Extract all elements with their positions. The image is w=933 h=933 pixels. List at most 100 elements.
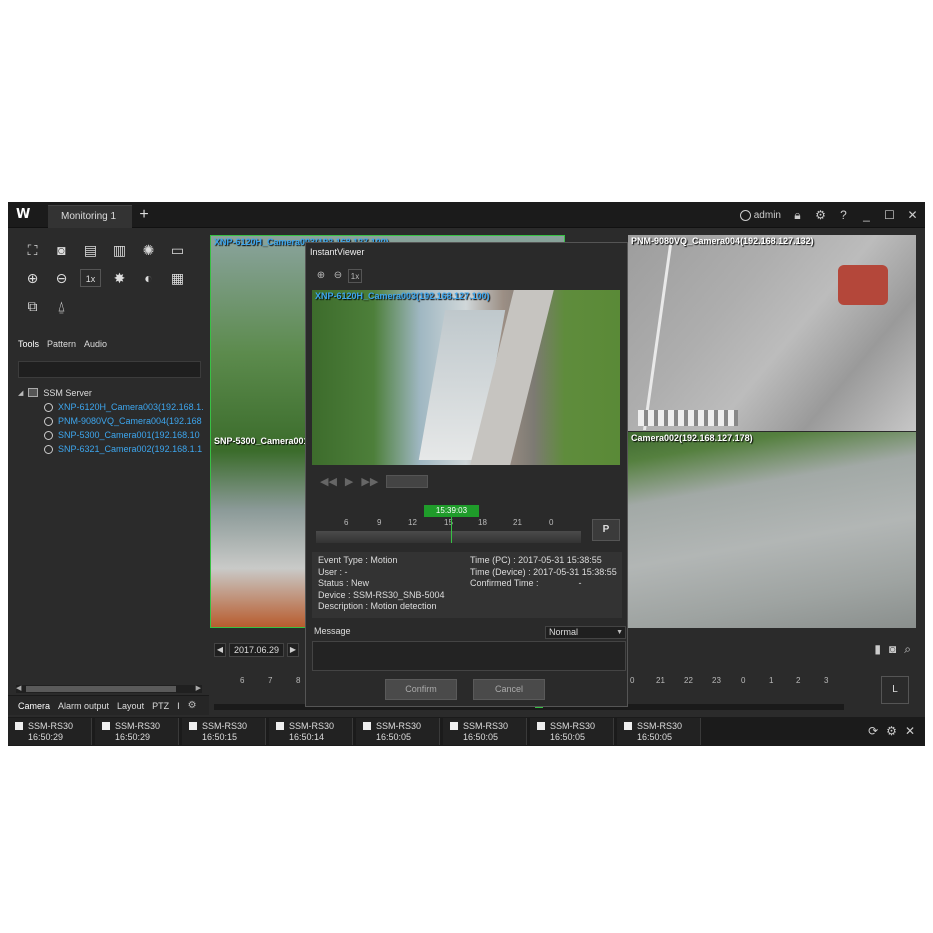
event-type: Event Type : Motion [318,555,398,565]
scroll-thumb[interactable] [26,686,176,692]
tab-ptz[interactable]: PTZ [152,701,169,711]
print-icon[interactable]: ▤ [80,241,101,259]
event-time: 16:50:29 [115,732,151,742]
snapshot-icon[interactable]: ◙ [51,241,72,259]
next-date-button[interactable]: ▶ [287,643,299,657]
event-item[interactable]: SSM-RS30 16:50:05 [617,718,701,745]
prev-date-button[interactable]: ◀ [214,643,226,657]
event-item[interactable]: SSM-RS30 16:50:14 [269,718,353,745]
maximize-icon[interactable]: ☐ [883,208,896,222]
event-checkbox[interactable] [537,722,545,730]
zoom-in-icon[interactable]: ⊕ [22,269,43,287]
camera-tile-3[interactable]: Camera002(192.168.127.178) [628,432,916,628]
tab-audio[interactable]: Audio [84,339,107,349]
tab-camera[interactable]: Camera [18,701,50,711]
refresh-icon[interactable]: ⟳ [868,724,878,738]
p-button[interactable]: P [592,519,620,541]
contrast-icon[interactable]: ◐ [138,269,159,287]
event-name: SSM-RS30 [115,721,161,731]
event-name: SSM-RS30 [289,721,335,731]
event-item[interactable]: SSM-RS30 16:50:29 [8,718,92,745]
tick-label: 3 [824,676,829,685]
zoom-in-icon[interactable]: ⊕ [314,269,328,283]
tree-camera-1[interactable]: XNP-6120H_Camera003(192.168.1. [18,400,206,414]
confirm-button[interactable]: Confirm [385,679,457,700]
scroll-left-icon[interactable]: ◀ [16,684,21,692]
camera-tile-2[interactable]: PNM-9080VQ_Camera004(192.168.127.132) [628,235,916,431]
play-icon[interactable]: ▶ [345,475,353,488]
event-item[interactable]: SSM-RS30 16:50:29 [95,718,179,745]
expand-icon[interactable]: ◢ [18,389,23,397]
event-checkbox[interactable] [276,722,284,730]
viewer-video[interactable]: XNP-6120H_Camera003(192.168.127.100) [312,290,620,465]
tab-pattern[interactable]: Pattern [47,339,76,349]
brightness-icon[interactable]: ✸ [109,269,130,287]
scroll-right-icon[interactable]: ▶ [196,684,201,692]
event-close-icon[interactable]: ✕ [905,724,915,738]
camera-tile-label: Camera002(192.168.127.178) [631,433,753,443]
event-checkbox[interactable] [15,722,23,730]
horizontal-scrollbar[interactable]: ◀ ▶ [16,685,202,693]
speed-slider[interactable] [386,475,429,488]
zoom-out-icon[interactable]: ⊖ [331,269,345,283]
monitor-icon[interactable]: ▭ [167,241,188,259]
event-time-pc: Time (PC) : 2017-05-31 15:38:55 [470,555,602,565]
layout-icon[interactable]: ▦ [167,269,188,287]
event-checkbox[interactable] [189,722,197,730]
event-checkbox[interactable] [450,722,458,730]
zoom-1x-button[interactable]: 1x [348,269,362,283]
priority-select[interactable]: Normal ▼ [545,626,626,639]
export-icon[interactable]: ◙ [889,642,896,657]
siren-icon[interactable]: ⍙ [51,297,72,315]
event-checkbox[interactable] [363,722,371,730]
event-gear-icon[interactable]: ⚙ [886,724,897,738]
camera-icon [44,430,53,440]
cancel-button[interactable]: Cancel [473,679,545,700]
tab-tools[interactable]: Tools [18,339,39,349]
alarm-icon[interactable]: ✺ [138,241,159,259]
tab-more[interactable]: I [177,701,180,711]
fullscreen-icon[interactable]: ⛶ [22,241,43,259]
event-strip-tools: ⟳ ⚙ ✕ [868,724,915,738]
event-item[interactable]: SSM-RS30 16:50:15 [182,718,266,745]
search-icon[interactable]: ⌕ [904,642,911,657]
event-description: Description : Motion detection [318,601,437,611]
user-icon [739,209,751,221]
user-menu[interactable]: admin [739,209,781,221]
tab-layout[interactable]: Layout [117,701,144,711]
device-tree: ◢ SSM Server XNP-6120H_Camera003(192.168… [18,385,206,456]
viewer-timeline[interactable]: 15:39:03 6 9 12 15 18 21 0 [316,505,581,543]
layout-l-button[interactable]: L [881,676,909,704]
date-field[interactable]: 2017.06.29 [229,643,284,657]
event-checkbox[interactable] [102,722,110,730]
tick-label: 0 [549,518,554,527]
minimize-icon[interactable]: _ [860,208,873,222]
event-item[interactable]: SSM-RS30 16:50:05 [530,718,614,745]
record-icon[interactable]: ▥ [109,241,130,259]
help-icon[interactable]: ? [837,208,850,222]
event-item[interactable]: SSM-RS30 16:50:05 [356,718,440,745]
tab-alarm-output[interactable]: Alarm output [58,701,109,711]
tree-camera-2[interactable]: PNM-9080VQ_Camera004(192.168 [18,414,206,428]
event-checkbox[interactable] [624,722,632,730]
tree-server[interactable]: ◢ SSM Server [18,385,206,400]
tree-camera-3[interactable]: SNP-5300_Camera001(192.168.10 [18,428,206,442]
zoom-out-icon[interactable]: ⊖ [51,269,72,287]
event-item[interactable]: SSM-RS30 16:50:05 [443,718,527,745]
viewer-timeline-bar[interactable] [316,531,581,543]
gear-icon[interactable]: ⚙ [814,208,827,222]
zoom-1x-button[interactable]: 1x [80,269,101,287]
bookmark-icon[interactable]: ▮ [874,642,881,657]
message-input[interactable] [312,641,626,671]
step-back-icon[interactable]: ◀◀ [320,475,337,488]
cursor-icon[interactable]: ⧉ [22,297,43,315]
tree-camera-4[interactable]: SNP-6321_Camera002(192.168.1.1 [18,442,206,456]
panel-gear-icon[interactable]: ⚙ [188,700,197,711]
step-forward-icon[interactable]: ▶▶ [361,475,378,488]
tab-monitoring[interactable]: Monitoring 1 [48,205,132,228]
tool-grid: ⛶ ◙ ▤ ▥ ✺ ▭ ⊕ ⊖ 1x ✸ ◐ ▦ ⧉ ⍙ [22,241,202,325]
add-tab-button[interactable]: + [134,204,154,226]
close-icon[interactable]: ✕ [906,208,919,222]
search-input[interactable] [18,361,201,378]
lock-icon[interactable]: 🔒︎ [791,208,804,222]
